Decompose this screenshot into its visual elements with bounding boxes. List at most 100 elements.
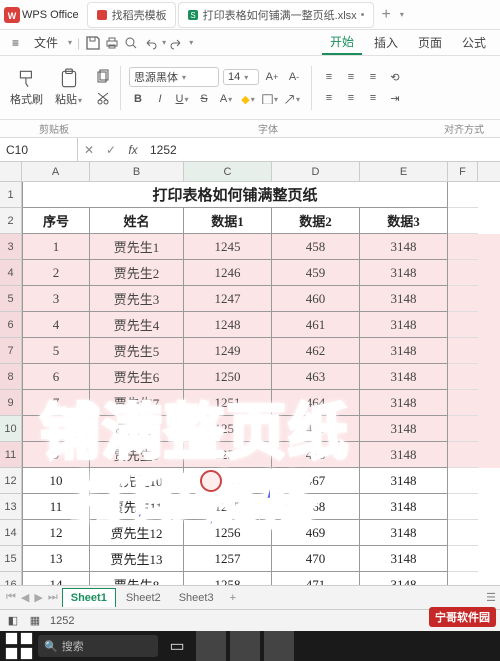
clear-format-icon[interactable]: ▾ — [283, 90, 301, 108]
sheet-list-icon[interactable]: ☰ — [486, 591, 496, 604]
row-header[interactable]: 16 — [0, 572, 21, 585]
print-icon[interactable] — [104, 35, 120, 51]
row-header[interactable]: 2 — [0, 208, 21, 234]
row-header[interactable]: 9 — [0, 390, 21, 416]
redo-icon[interactable] — [169, 35, 185, 51]
orientation-icon[interactable]: ⟲ — [386, 68, 404, 86]
undo-icon[interactable] — [142, 35, 158, 51]
row-header[interactable]: 15 — [0, 546, 21, 572]
col-header-D[interactable]: D — [272, 162, 360, 181]
underline-icon[interactable]: U▾ — [173, 90, 191, 108]
col-header-C[interactable]: C — [184, 162, 272, 181]
col-header-A[interactable]: A — [22, 162, 90, 181]
table-row[interactable]: 13贾先生1312574703148 — [22, 546, 500, 572]
task-app-3-icon[interactable] — [264, 633, 294, 659]
sheet-tab-3[interactable]: Sheet3 — [171, 589, 222, 607]
font-name-select[interactable]: 思源黑体▾ — [129, 67, 219, 87]
copy-icon[interactable] — [94, 68, 112, 86]
font-color-icon[interactable]: A▾ — [217, 90, 235, 108]
ribbon-tab-insert[interactable]: 插入 — [366, 31, 406, 54]
sheet-nav-last-icon[interactable]: ⏭ — [46, 591, 60, 604]
row-header[interactable]: 8 — [0, 364, 21, 390]
tab-workbook[interactable]: S 打印表格如何铺满一整页纸.xlsx • — [178, 2, 374, 28]
row-header[interactable]: 10 — [0, 416, 21, 442]
status-grid-icon[interactable]: ▦ — [28, 614, 42, 628]
cut-icon[interactable] — [94, 89, 112, 107]
row-header[interactable]: 14 — [0, 520, 21, 546]
column-headers[interactable]: A B C D E F — [22, 162, 500, 182]
indent-icon[interactable]: ⇥ — [386, 89, 404, 107]
row-header[interactable]: 1 — [0, 182, 21, 208]
border-icon[interactable]: ▾ — [261, 90, 279, 108]
align-bot-icon[interactable]: ≡ — [364, 68, 382, 86]
row-header[interactable]: 11 — [0, 442, 21, 468]
sheet-tab-2[interactable]: Sheet2 — [118, 589, 169, 607]
table-row[interactable]: 6贾先生612504633148 — [22, 364, 500, 390]
task-view-icon[interactable]: ▭ — [162, 633, 192, 659]
ribbon-tab-page[interactable]: 页面 — [410, 31, 450, 54]
task-app-1-icon[interactable] — [196, 633, 226, 659]
spreadsheet-grid[interactable]: A B C D E F 123456789101112131415161718 … — [0, 162, 500, 585]
file-menu[interactable]: 文件 — [28, 32, 64, 53]
ribbon-tab-start[interactable]: 开始 — [322, 30, 362, 55]
table-row[interactable]: 12贾先生1212564693148 — [22, 520, 500, 546]
taskbar-search[interactable]: 🔍 搜索 — [38, 635, 158, 657]
add-tab-button[interactable]: + — [376, 6, 397, 24]
ribbon-tab-formula[interactable]: 公式 — [454, 31, 494, 54]
format-painter-button[interactable]: 格式刷 — [10, 68, 43, 107]
italic-icon[interactable]: I — [151, 90, 169, 108]
app-menu-icon[interactable]: ≡ — [6, 34, 25, 52]
table-row[interactable]: 11贾先生1112554683148 — [22, 494, 500, 520]
fx-icon[interactable]: fx — [122, 143, 144, 157]
col-header-E[interactable]: E — [360, 162, 448, 181]
col-header-F[interactable]: F — [448, 162, 478, 181]
task-app-2-icon[interactable] — [230, 633, 260, 659]
align-top-icon[interactable]: ≡ — [320, 68, 338, 86]
font-size-select[interactable]: 14▾ — [223, 69, 259, 85]
row-header[interactable]: 5 — [0, 286, 21, 312]
tab-menu-icon[interactable]: ▾ — [400, 10, 404, 19]
row-header[interactable]: 6 — [0, 312, 21, 338]
name-box[interactable]: C10 — [0, 138, 78, 161]
row-header[interactable]: 7 — [0, 338, 21, 364]
table-row[interactable]: 2贾先生212464593148 — [22, 260, 500, 286]
preview-icon[interactable] — [123, 35, 139, 51]
add-sheet-button[interactable]: + — [224, 592, 242, 604]
start-button[interactable] — [4, 633, 34, 659]
table-row[interactable]: 5贾先生512494623148 — [22, 338, 500, 364]
align-left-icon[interactable]: ≡ — [320, 89, 338, 107]
table-row[interactable]: 14贾先生812584713148 — [22, 572, 500, 585]
sheet-tab-1[interactable]: Sheet1 — [62, 588, 116, 607]
sheet-nav-prev-icon[interactable]: ◀ — [19, 591, 31, 604]
row-header[interactable]: 4 — [0, 260, 21, 286]
table-row[interactable]: 1贾先生112454583148 — [22, 234, 500, 260]
table-row[interactable]: 3贾先生312474603148 — [22, 286, 500, 312]
fill-color-icon[interactable]: ◆▾ — [239, 90, 257, 108]
decrease-font-icon[interactable]: A- — [285, 68, 303, 86]
row-header[interactable]: 12 — [0, 468, 21, 494]
align-right-icon[interactable]: ≡ — [364, 89, 382, 107]
status-mode-icon[interactable]: ◧ — [6, 614, 20, 628]
save-icon[interactable] — [85, 35, 101, 51]
accept-formula-icon[interactable]: ✓ — [100, 143, 122, 157]
align-center-icon[interactable]: ≡ — [342, 89, 360, 107]
table-row[interactable]: 7贾先生712514643148 — [22, 390, 500, 416]
table-row[interactable]: 9贾先生912534663148 — [22, 442, 500, 468]
formula-input[interactable]: 1252 — [144, 143, 500, 157]
tab-template[interactable]: 找稻壳模板 — [87, 2, 176, 28]
paste-button[interactable]: 粘贴▾ — [55, 68, 82, 107]
select-all-corner[interactable] — [0, 162, 22, 182]
row-headers[interactable]: 123456789101112131415161718 — [0, 182, 22, 585]
align-mid-icon[interactable]: ≡ — [342, 68, 360, 86]
cancel-formula-icon[interactable]: ✕ — [78, 143, 100, 157]
table-row[interactable]: 8贾先生812524653148 — [22, 416, 500, 442]
sheet-nav-first-icon[interactable]: ⏮ — [4, 591, 18, 604]
increase-font-icon[interactable]: A+ — [263, 68, 281, 86]
row-header[interactable]: 3 — [0, 234, 21, 260]
strike-icon[interactable]: S — [195, 90, 213, 108]
sheet-nav-next-icon[interactable]: ▶ — [32, 591, 44, 604]
table-row[interactable]: 10贾先生1012544673148 — [22, 468, 500, 494]
bold-icon[interactable]: B — [129, 90, 147, 108]
table-row[interactable]: 4贾先生412484613148 — [22, 312, 500, 338]
row-header[interactable]: 13 — [0, 494, 21, 520]
